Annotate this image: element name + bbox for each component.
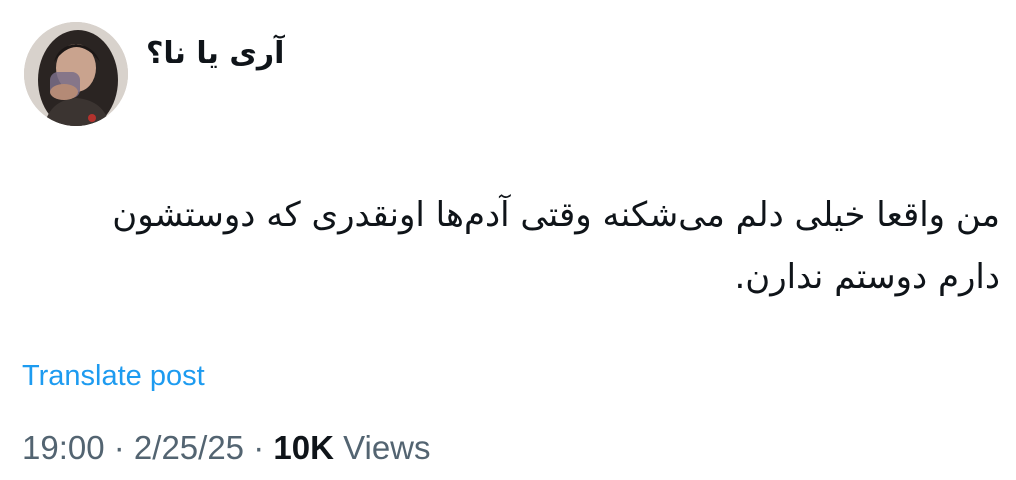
views-label: Views <box>333 429 431 466</box>
post-metadata: 19:00 · 2/25/25 · 10K Views <box>22 428 431 468</box>
post-text: من واقعا خیلی دلم می‌شکنه وقتی آدم‌ها او… <box>112 195 1000 297</box>
views-count[interactable]: 10K <box>273 429 334 466</box>
post-date[interactable]: 2/25/25 <box>134 429 244 466</box>
meta-separator: · <box>104 429 134 466</box>
author-display-name[interactable]: آری یا نا؟ <box>146 34 284 74</box>
post-time[interactable]: 19:00 <box>22 429 105 466</box>
translate-post-link[interactable]: Translate post <box>22 358 205 394</box>
meta-separator: · <box>244 429 274 466</box>
profile-photo-icon <box>24 22 128 126</box>
avatar[interactable] <box>24 22 128 126</box>
